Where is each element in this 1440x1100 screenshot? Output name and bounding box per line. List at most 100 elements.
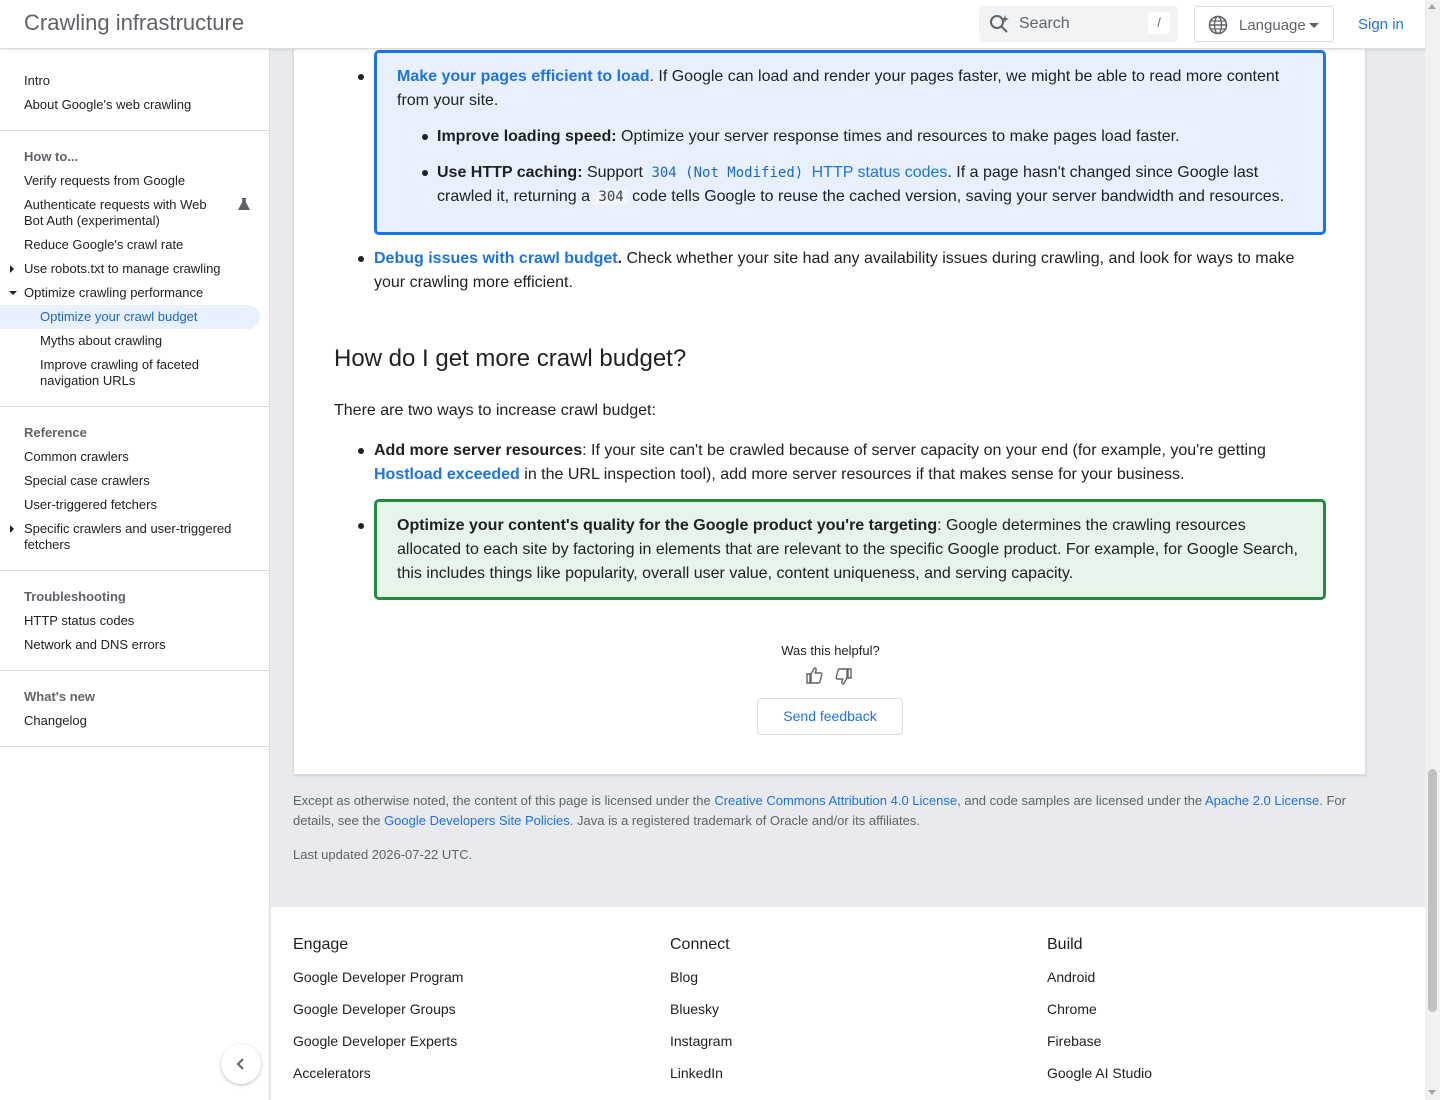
globe-icon [1208, 15, 1228, 40]
rating-icons [805, 666, 855, 694]
thumb-down-icon[interactable] [835, 668, 852, 685]
quality-label: Optimize your content's quality for the … [397, 517, 938, 534]
nav-verify[interactable]: Verify requests from Google [0, 169, 269, 193]
nav-about[interactable]: About Google's web crawling [0, 93, 269, 117]
bullet [358, 256, 364, 262]
nav-heading-reference: Reference [24, 425, 87, 440]
send-feedback-button[interactable]: Send feedback [757, 698, 903, 735]
scroll-thumb[interactable] [1428, 769, 1437, 1012]
language-label: Language [1239, 17, 1306, 34]
left-nav: Intro About Google's web crawling How to… [0, 49, 270, 1100]
footer-col-engage: Engage Google Developer Program Google D… [293, 935, 463, 1095]
nav-heading-whatsnew: What's new [24, 689, 95, 704]
speed-label: Improve loading speed: [437, 128, 617, 145]
footer-link[interactable]: LinkedIn [670, 1063, 732, 1083]
chevron-left-icon [236, 1058, 244, 1070]
page-scrollbar[interactable] [1425, 0, 1440, 1100]
footer-link[interactable]: Bluesky [670, 999, 732, 1019]
search-placeholder: Search [1019, 15, 1070, 32]
expand-arrow-icon[interactable] [10, 265, 14, 273]
cc-license-link[interactable]: Creative Commons Attribution 4.0 License [714, 793, 957, 808]
debug-link[interactable]: Debug issues with crawl budget [374, 250, 618, 267]
bullet [358, 74, 364, 80]
nav-user-triggered[interactable]: User-triggered fetchers [0, 493, 269, 517]
collapse-sidebar-button[interactable] [221, 1044, 261, 1084]
caching-code[interactable]: 304 (Not Modified) [647, 165, 807, 181]
nav-faceted[interactable]: Improve crawling of faceted navigation U… [0, 353, 269, 393]
site-policies-link[interactable]: Google Developers Site Policies [384, 813, 570, 828]
quality-item: Optimize your content's quality for the … [397, 514, 1312, 586]
caching-support: Support [582, 164, 648, 181]
add-resources-item: Add more server resources: If your site … [374, 439, 1324, 487]
nav-myths[interactable]: Myths about crawling [0, 329, 269, 353]
nav-optimize-perf[interactable]: Optimize crawling performance [0, 281, 269, 305]
efficient-link[interactable]: Make your pages efficient to load [397, 68, 650, 85]
footer-link[interactable]: Instagram [670, 1031, 732, 1051]
nav-heading-howto: How to... [24, 149, 79, 164]
top-header: Crawling infrastructure Search / Languag… [0, 0, 1425, 49]
bullet [358, 448, 364, 454]
article-card: Make your pages efficient to load. If Go… [293, 49, 1366, 775]
thumb-up-icon[interactable] [806, 667, 823, 684]
sign-in-button[interactable]: Sign in [1358, 16, 1404, 33]
bullet [358, 523, 364, 529]
efficient-paragraph: Make your pages efficient to load. If Go… [397, 65, 1312, 113]
chevron-down-icon [1309, 23, 1319, 28]
scroll-down-icon[interactable] [1428, 1090, 1436, 1095]
footer-link[interactable]: Blog [670, 967, 732, 987]
nav-common[interactable]: Common crawlers [0, 445, 269, 469]
collapse-arrow-icon[interactable] [9, 291, 17, 295]
hostload-link[interactable]: Hostload exceeded [374, 466, 520, 483]
license-text-4: . Java is a registered trademark of Orac… [569, 813, 920, 828]
apache-license-link[interactable]: Apache 2.0 License [1205, 793, 1319, 808]
nav-optimize-budget[interactable]: Optimize your crawl budget [0, 305, 260, 329]
caching-item: Use HTTP caching: Support 304 (Not Modif… [437, 161, 1317, 209]
nav-optimize-perf-label: Optimize crawling performance [24, 285, 204, 300]
code-304: 304 [594, 189, 628, 205]
nav-special[interactable]: Special case crawlers [0, 469, 269, 493]
debug-item: Debug issues with crawl budget. Check wh… [374, 247, 1324, 295]
site-title[interactable]: Crawling infrastructure [24, 10, 244, 36]
nav-specific[interactable]: Specific crawlers and user-triggered fet… [0, 517, 269, 557]
footer-link[interactable]: Google Developer Groups [293, 999, 463, 1019]
http-status-codes-link[interactable]: HTTP status codes [812, 164, 948, 181]
scroll-up-icon[interactable] [1428, 4, 1436, 9]
footer-col-connect: Connect Blog Bluesky Instagram LinkedIn [670, 935, 732, 1095]
nav-http-codes[interactable]: HTTP status codes [0, 609, 269, 633]
footer-heading-build: Build [1047, 936, 1083, 953]
nav-robots[interactable]: Use robots.txt to manage crawling [0, 257, 269, 281]
bullet [422, 134, 428, 140]
search-spark-icon [989, 14, 1011, 39]
nav-network[interactable]: Network and DNS errors [0, 633, 269, 657]
beaker-icon [237, 197, 251, 215]
footer-link[interactable]: Firebase [1047, 1031, 1152, 1051]
site-footer: Engage Google Developer Program Google D… [271, 907, 1425, 1100]
footer-link[interactable]: Google Developer Experts [293, 1031, 463, 1051]
nav-heading-troubleshooting: Troubleshooting [24, 589, 126, 604]
footer-link[interactable]: Google Developer Program [293, 967, 463, 987]
search-shortcut: / [1148, 12, 1170, 34]
footer-heading-connect: Connect [670, 936, 730, 953]
bullet [422, 170, 428, 176]
section-heading: How do I get more crawl budget? [334, 345, 687, 372]
nav-intro[interactable]: Intro [0, 69, 269, 93]
footer-link[interactable]: Accelerators [293, 1063, 463, 1083]
footer-link[interactable]: Android [1047, 967, 1152, 987]
footer-link[interactable]: Google AI Studio [1047, 1063, 1152, 1083]
nav-specific-label: Specific crawlers and user-triggered fet… [24, 521, 232, 552]
nav-authenticate[interactable]: Authenticate requests with Web Bot Auth … [0, 193, 269, 233]
expand-arrow-icon[interactable] [10, 525, 14, 533]
language-selector[interactable]: Language [1194, 6, 1334, 42]
helpful-prompt: Was this helpful? [781, 643, 880, 658]
nav-changelog[interactable]: Changelog [0, 709, 269, 733]
speed-item: Improve loading speed: Optimize your ser… [437, 125, 1317, 149]
speed-text: Optimize your server response times and … [616, 128, 1180, 145]
nav-reduce[interactable]: Reduce Google's crawl rate [0, 233, 269, 257]
search-box[interactable]: Search / [979, 6, 1178, 42]
footer-heading-engage: Engage [293, 936, 349, 953]
footer-link[interactable]: Chrome [1047, 999, 1152, 1019]
license-text-2: , and code samples are licensed under th… [957, 793, 1206, 808]
add-text-2: in the URL inspection tool), add more se… [519, 466, 1185, 483]
nav-robots-label: Use robots.txt to manage crawling [24, 261, 221, 276]
add-text: : If your site can't be crawled because … [582, 442, 1266, 459]
